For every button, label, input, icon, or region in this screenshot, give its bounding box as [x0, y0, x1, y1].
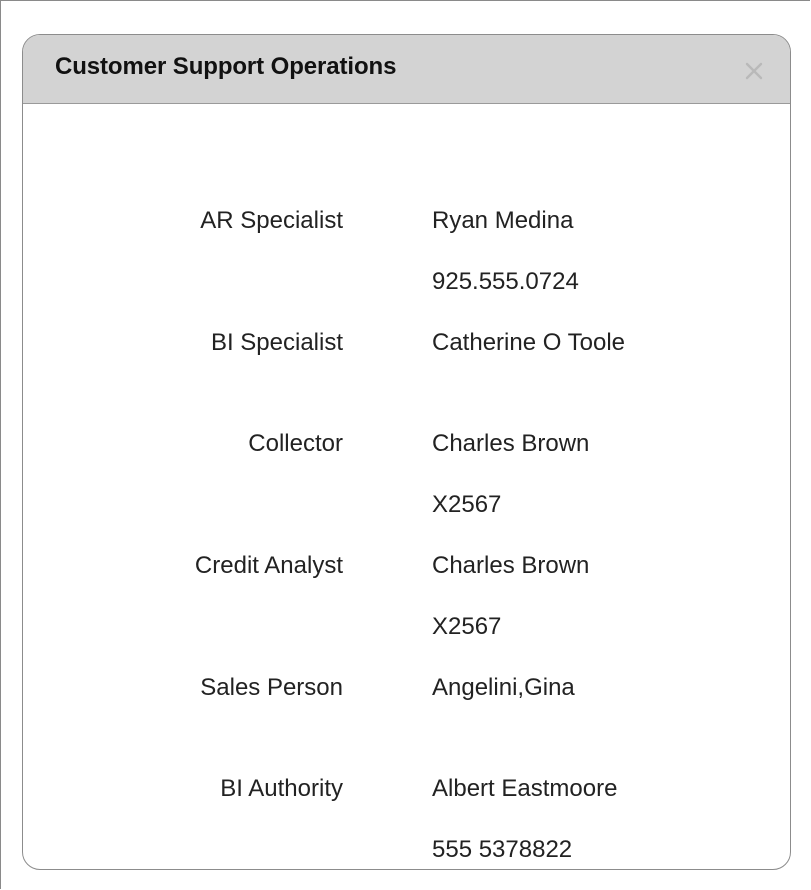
contact-phone: 555 5378822 [432, 836, 573, 863]
contact-row-credit-analyst: Credit Analyst Charles Brown [23, 546, 790, 607]
contact-list: AR Specialist Ryan Medina 925.555.0724 B… [23, 201, 790, 869]
contact-name: Catherine O Toole [432, 329, 626, 356]
contact-row-sales-person: Sales Person Angelini,Gina [23, 668, 790, 769]
contact-name: Albert Eastmoore [432, 775, 618, 802]
role-label: BI Authority [220, 775, 343, 802]
dialog-title: Customer Support Operations [55, 53, 397, 80]
contact-row-phone: X2567 [23, 607, 790, 668]
contact-name: Ryan Medina [432, 207, 574, 234]
contact-row-bi-specialist: BI Specialist Catherine O Toole [23, 323, 790, 424]
contact-name: Charles Brown [432, 552, 590, 579]
contact-row-phone: X2567 [23, 485, 790, 546]
contact-row-phone: 555 5378822 [23, 830, 790, 869]
close-button[interactable] [742, 59, 766, 83]
contact-row-ar-specialist: AR Specialist Ryan Medina [23, 201, 790, 262]
contact-row-collector: Collector Charles Brown [23, 424, 790, 485]
contact-phone: 925.555.0724 [432, 268, 579, 295]
contact-name: Charles Brown [432, 430, 590, 457]
role-label: BI Specialist [210, 329, 343, 356]
contact-row-phone: 925.555.0724 [23, 262, 790, 323]
role-label: Credit Analyst [194, 552, 343, 579]
contact-phone: X2567 [432, 613, 502, 640]
role-label: AR Specialist [200, 207, 343, 234]
role-label: Collector [248, 430, 343, 457]
close-icon [745, 62, 763, 80]
role-label: Sales Person [200, 674, 343, 701]
contact-name: Angelini,Gina [432, 674, 575, 701]
customer-support-operations-dialog: Customer Support Operations AR Specialis… [22, 34, 791, 870]
dialog-header: Customer Support Operations [23, 35, 790, 104]
contact-phone: X2567 [432, 491, 502, 518]
contact-row-bi-authority: BI Authority Albert Eastmoore [23, 769, 790, 830]
